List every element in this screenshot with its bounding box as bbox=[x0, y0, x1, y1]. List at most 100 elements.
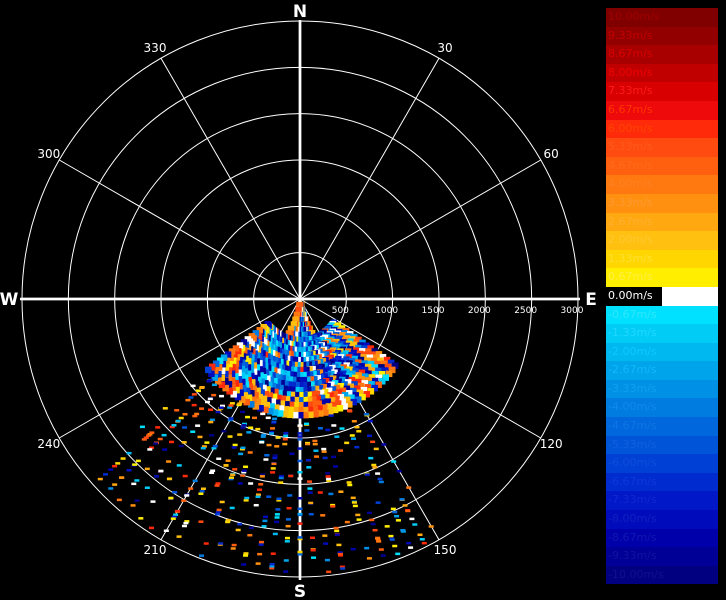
echo-cell bbox=[261, 433, 267, 437]
echo-cell bbox=[330, 505, 336, 508]
colorbar-entry: 0.00m/s bbox=[606, 286, 718, 306]
echo-cell bbox=[276, 497, 282, 501]
colorbar-entry: -8.67m/s bbox=[606, 528, 718, 548]
echo-cell bbox=[119, 476, 125, 479]
echo-cell bbox=[373, 447, 379, 451]
range-label: 1500 bbox=[422, 306, 445, 316]
echo-cell bbox=[322, 534, 328, 537]
echo-cell bbox=[333, 465, 339, 468]
echo-cell bbox=[339, 427, 345, 430]
echo-cell bbox=[207, 397, 213, 401]
colorbar-entry: 2.67m/s bbox=[606, 212, 718, 232]
echo-cell bbox=[248, 482, 254, 485]
echo-cell bbox=[199, 490, 205, 493]
echo-cell bbox=[229, 476, 235, 479]
echo-cell bbox=[408, 546, 414, 549]
echo-cell bbox=[344, 441, 350, 445]
echo-cell bbox=[375, 537, 381, 541]
echo-cell bbox=[270, 467, 276, 470]
echo-cell bbox=[310, 548, 316, 552]
echo-cell bbox=[287, 494, 293, 497]
echo-cell bbox=[326, 570, 332, 574]
echo-cell bbox=[297, 424, 303, 427]
colorbar-label: 4.00m/s bbox=[608, 177, 653, 191]
echo-cell bbox=[266, 443, 272, 447]
colorbar-label: 6.00m/s bbox=[608, 121, 653, 135]
range-label: 1000 bbox=[375, 306, 398, 316]
echo-cell bbox=[304, 422, 310, 426]
echo-cell bbox=[328, 492, 334, 496]
echo-cell bbox=[337, 552, 343, 556]
echo-cell bbox=[331, 424, 337, 427]
echo-cell bbox=[394, 514, 400, 518]
colorbar-label: 10.00m/s bbox=[608, 10, 660, 23]
echo-cell bbox=[351, 501, 357, 504]
echo-cell bbox=[214, 484, 220, 487]
echo-cell bbox=[325, 475, 331, 478]
echo-cell bbox=[334, 529, 340, 533]
echo-cell bbox=[310, 536, 316, 540]
colorbar-label: -6.00m/s bbox=[608, 456, 657, 470]
echo-cell bbox=[297, 477, 303, 480]
echo-cell bbox=[259, 475, 265, 478]
echo-cell bbox=[188, 396, 194, 399]
echo-cell bbox=[417, 533, 423, 536]
echo-cell bbox=[375, 501, 381, 504]
colorbar-label: -8.00m/s bbox=[608, 512, 657, 526]
range-labels: 500 1000 1500 2000 2500 3000 bbox=[332, 306, 584, 316]
echo-cell bbox=[364, 473, 370, 476]
echo-cell bbox=[153, 442, 159, 445]
echo-cell bbox=[260, 412, 266, 416]
echo-cell bbox=[134, 499, 140, 502]
echo-cell bbox=[144, 486, 150, 489]
colorbar-entry: -7.33m/s bbox=[606, 491, 718, 511]
echo-cell bbox=[237, 482, 243, 485]
echo-cell bbox=[190, 430, 196, 433]
colorbar-label: 9.33m/s bbox=[608, 28, 653, 42]
echo-cell bbox=[307, 480, 313, 483]
echo-cell bbox=[297, 447, 303, 450]
range-label: 2000 bbox=[468, 306, 491, 316]
colorbar-label: 4.67m/s bbox=[608, 158, 653, 172]
echo-cell bbox=[297, 435, 303, 438]
echo-cell bbox=[271, 462, 277, 466]
echo-cell bbox=[328, 414, 334, 417]
azimuth-label: 150 bbox=[434, 543, 457, 557]
echo-cell bbox=[240, 446, 246, 450]
echo-cell bbox=[412, 523, 418, 526]
colorbar-entry: -6.67m/s bbox=[606, 472, 718, 492]
echo-cell bbox=[406, 541, 412, 545]
colorbar-entry: 6.67m/s bbox=[606, 100, 718, 120]
echo-cell bbox=[232, 468, 238, 471]
echo-cell bbox=[320, 514, 326, 517]
echo-cell bbox=[297, 459, 303, 463]
echo-cell bbox=[347, 483, 353, 487]
echo-cell bbox=[351, 437, 357, 440]
echo-cell bbox=[324, 558, 330, 562]
echo-cell bbox=[247, 533, 253, 537]
echo-cell bbox=[380, 554, 386, 557]
colorbar-entry: 4.00m/s bbox=[606, 175, 718, 194]
echo-cell bbox=[230, 473, 236, 477]
echo-cell bbox=[168, 496, 174, 500]
azimuth-spoke bbox=[160, 57, 301, 300]
echo-cell bbox=[131, 482, 137, 486]
colorbar-label: -6.67m/s bbox=[608, 474, 657, 488]
colorbar-entry: 1.33m/s bbox=[606, 249, 718, 269]
echo-cell bbox=[372, 528, 378, 532]
echo-cell bbox=[419, 538, 425, 541]
echo-cell bbox=[221, 429, 227, 433]
echo-cell bbox=[375, 472, 381, 475]
echo-cell bbox=[283, 570, 289, 573]
echo-cell bbox=[271, 420, 277, 424]
echo-cell bbox=[243, 499, 249, 502]
echo-cell bbox=[297, 497, 303, 500]
echo-cell bbox=[371, 463, 377, 467]
echo-cell bbox=[368, 456, 374, 460]
echo-cell bbox=[126, 468, 132, 472]
echo-cell bbox=[262, 519, 268, 523]
echo-cell bbox=[175, 509, 181, 513]
azimuth-label: 210 bbox=[144, 543, 167, 557]
echo-cell bbox=[235, 528, 241, 532]
echo-cell bbox=[274, 513, 280, 516]
